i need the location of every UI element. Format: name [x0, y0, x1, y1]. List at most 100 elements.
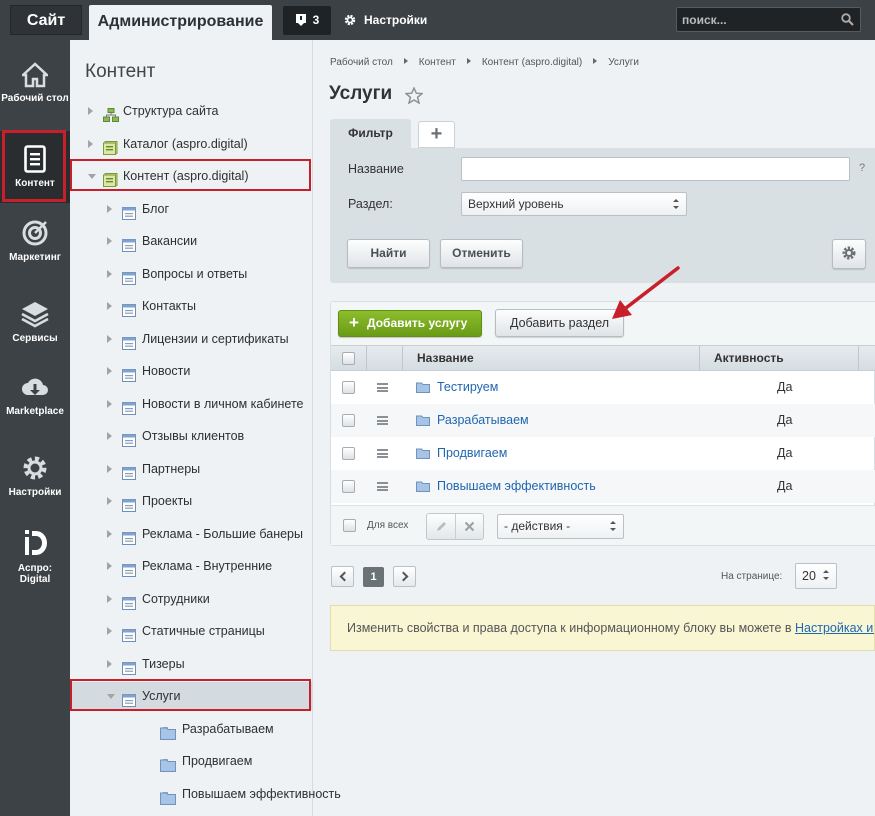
select-all-checkbox[interactable]	[342, 352, 355, 365]
row-menu-icon[interactable]	[377, 482, 388, 491]
expand-right-arrow-icon[interactable]	[107, 302, 112, 310]
tree-item[interactable]: Продвигаем	[70, 747, 313, 775]
row-checkbox[interactable]	[342, 480, 355, 493]
menu-marketing[interactable]: Маркетинг	[0, 219, 70, 263]
menu-aspro-digital[interactable]: Аспро: Digital	[0, 528, 70, 585]
select-arrows-icon	[673, 199, 679, 209]
tree-item[interactable]: Каталог (aspro.digital)	[70, 130, 313, 158]
breadcrumb-item[interactable]: Услуги	[608, 57, 639, 68]
for-all-checkbox[interactable]	[343, 519, 356, 532]
tree-item[interactable]: Проекты	[70, 487, 313, 515]
tree-item[interactable]: Вакансии	[70, 227, 313, 255]
per-page-select[interactable]: 20	[795, 563, 837, 589]
row-name-link[interactable]: Повышаем эффективность	[437, 470, 596, 503]
help-icon[interactable]: ?	[859, 162, 865, 174]
filter-settings-button[interactable]	[832, 239, 866, 269]
row-menu-icon[interactable]	[377, 449, 388, 458]
row-menu-icon[interactable]	[377, 383, 388, 392]
breadcrumb-item[interactable]: Контент	[419, 57, 456, 68]
tab-site[interactable]: Сайт	[10, 5, 82, 35]
expand-right-arrow-icon[interactable]	[107, 529, 112, 538]
menu-services[interactable]: Сервисы	[0, 300, 70, 344]
tree-item[interactable]: Отзывы клиентов	[70, 422, 313, 450]
tree-item[interactable]: Разрабатываем	[70, 715, 313, 743]
tree-item[interactable]: Статичные страницы	[70, 617, 313, 645]
actions-select[interactable]: - действия -	[497, 514, 624, 539]
menu-settings[interactable]: Настройки	[0, 454, 70, 498]
menu-marketplace[interactable]: Marketplace	[0, 375, 70, 417]
add-section-button[interactable]: Добавить раздел	[495, 309, 624, 337]
tree-item[interactable]: Контакты	[70, 292, 313, 320]
column-header-activity[interactable]: Активность	[714, 346, 784, 370]
tree-item[interactable]: Реклама - Внутренние	[70, 552, 313, 580]
tree-item[interactable]: Структура сайта	[70, 97, 313, 125]
row-checkbox[interactable]	[342, 381, 355, 394]
star-icon[interactable]	[405, 87, 423, 104]
table-row[interactable]: Повышаем эффективность Да	[331, 470, 875, 503]
info-settings-link[interactable]: Настройках информационного блока	[795, 621, 874, 635]
expand-right-arrow-icon[interactable]	[107, 562, 112, 570]
sitemap-icon	[103, 104, 119, 132]
table-row[interactable]: Продвигаем Да	[331, 437, 875, 470]
breadcrumb-item[interactable]: Контент (aspro.digital)	[482, 57, 582, 68]
row-menu-icon[interactable]	[377, 416, 388, 425]
expand-right-arrow-icon[interactable]	[107, 464, 112, 473]
expand-right-arrow-icon[interactable]	[107, 367, 112, 375]
tree-item[interactable]: Партнеры	[70, 455, 313, 483]
delete-icon[interactable]	[464, 521, 475, 532]
tree-item[interactable]: Реклама - Большие банеры	[70, 520, 313, 548]
settings-link[interactable]: Настройки	[344, 0, 427, 40]
expand-right-arrow-icon[interactable]	[88, 107, 93, 115]
expand-right-arrow-icon[interactable]	[107, 497, 112, 505]
folder-icon	[416, 481, 430, 492]
tab-filter[interactable]: Фильтр	[330, 119, 411, 149]
tab-administration[interactable]: Администрирование	[89, 5, 272, 40]
tree-item[interactable]: Лицензии и сертификаты	[70, 325, 313, 353]
breadcrumb-item[interactable]: Рабочий стол	[330, 57, 393, 68]
tree-item[interactable]: Блог	[70, 195, 313, 223]
notifications-button[interactable]: 3	[283, 6, 331, 35]
row-name-link[interactable]: Продвигаем	[437, 437, 507, 470]
expand-right-arrow-icon[interactable]	[88, 139, 93, 148]
row-checkbox[interactable]	[342, 414, 355, 427]
table-row[interactable]: Разрабатываем Да	[331, 404, 875, 437]
tree-item[interactable]: Повышаем эффективность	[70, 780, 341, 808]
expand-right-arrow-icon[interactable]	[107, 659, 112, 668]
menu-desktop[interactable]: Рабочий стол	[0, 62, 70, 104]
expand-right-arrow-icon[interactable]	[107, 432, 112, 440]
prev-page-button[interactable]	[331, 566, 354, 587]
expand-right-arrow-icon[interactable]	[107, 204, 112, 213]
tree-item[interactable]: Сотрудники	[70, 585, 313, 613]
table-row[interactable]: Тестируем Да	[331, 371, 875, 404]
expand-right-arrow-icon[interactable]	[107, 594, 112, 603]
row-checkbox[interactable]	[342, 447, 355, 460]
notification-icon	[295, 14, 306, 26]
expand-right-arrow-icon[interactable]	[107, 269, 112, 278]
expand-right-arrow-icon[interactable]	[107, 334, 112, 343]
folder-icon	[416, 382, 430, 393]
expand-right-arrow-icon[interactable]	[107, 627, 112, 635]
row-name-link[interactable]: Разрабатываем	[437, 404, 529, 437]
find-button[interactable]: Найти	[347, 239, 430, 268]
filter-section-select[interactable]: Верхний уровень	[461, 192, 687, 216]
highlight-box	[70, 679, 311, 711]
current-page[interactable]: 1	[363, 567, 384, 587]
expand-right-arrow-icon[interactable]	[107, 237, 112, 245]
pencil-icon[interactable]	[435, 520, 448, 533]
search-input[interactable]	[677, 8, 837, 31]
tree-item[interactable]: Новости в личном кабинете	[70, 390, 313, 418]
cancel-button[interactable]: Отменить	[440, 239, 523, 268]
add-service-button[interactable]: + Добавить услугу	[338, 310, 482, 337]
search-icon[interactable]	[841, 13, 854, 26]
tree-item[interactable]: Вопросы и ответы	[70, 260, 313, 288]
per-page-label: На странице:	[721, 571, 783, 582]
expand-right-arrow-icon[interactable]	[107, 399, 112, 408]
filter-name-input[interactable]	[461, 157, 850, 181]
plus-icon: +	[349, 313, 359, 332]
tree-item[interactable]: Новости	[70, 357, 313, 385]
next-page-button[interactable]	[393, 566, 416, 587]
column-header-name[interactable]: Название	[417, 346, 474, 370]
tree-item[interactable]: Тизеры	[70, 650, 313, 678]
add-filter-tab-button[interactable]: +	[418, 121, 455, 148]
row-name-link[interactable]: Тестируем	[437, 371, 498, 404]
